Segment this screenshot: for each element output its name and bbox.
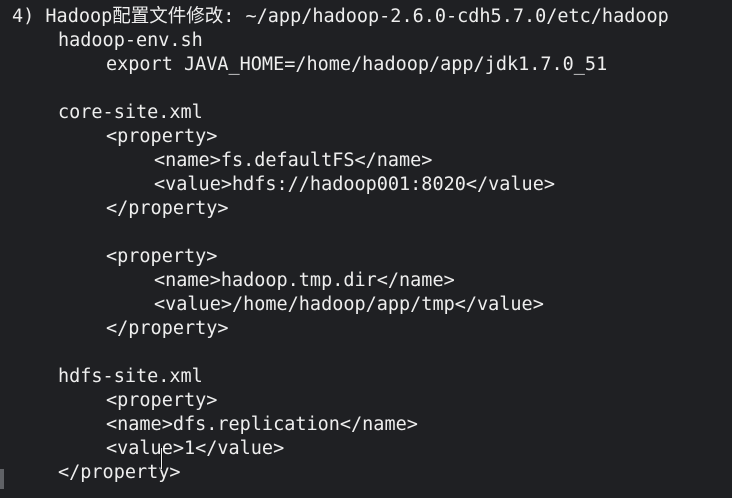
property-name-line: <name>hadoop.tmp.dir</name> [154, 270, 455, 291]
line-marker [0, 469, 4, 489]
property-name-line: <name>fs.defaultFS</name> [154, 150, 433, 171]
java-home-export-line: export JAVA_HOME=/home/hadoop/app/jdk1.7… [106, 54, 608, 75]
property-open-tag: <property> [106, 246, 218, 267]
core-site-filename: core-site.xml [58, 102, 203, 123]
property-close-tag: </property> [58, 462, 181, 483]
hadoop-env-filename: hadoop-env.sh [58, 30, 203, 51]
code-text-area: 4) Hadoop配置文件修改: ~/app/hadoop-2.6.0-cdh5… [0, 0, 732, 498]
text-cursor-icon [161, 448, 162, 469]
property-name-line: <name>dfs.replication</name> [106, 414, 418, 435]
property-open-tag: <property> [106, 390, 218, 411]
property-close-tag: </property> [106, 198, 229, 219]
property-open-tag: <property> [106, 126, 218, 147]
hdfs-site-filename: hdfs-site.xml [58, 366, 203, 387]
property-value-line: <value>hdfs://hadoop001:8020</value> [154, 174, 555, 195]
property-close-tag: </property> [106, 318, 229, 339]
property-value-line: <value>1</value> [106, 438, 285, 459]
property-value-line: <value>/home/hadoop/app/tmp</value> [154, 294, 544, 315]
section-heading: 4) Hadoop配置文件修改: ~/app/hadoop-2.6.0-cdh5… [12, 6, 669, 27]
